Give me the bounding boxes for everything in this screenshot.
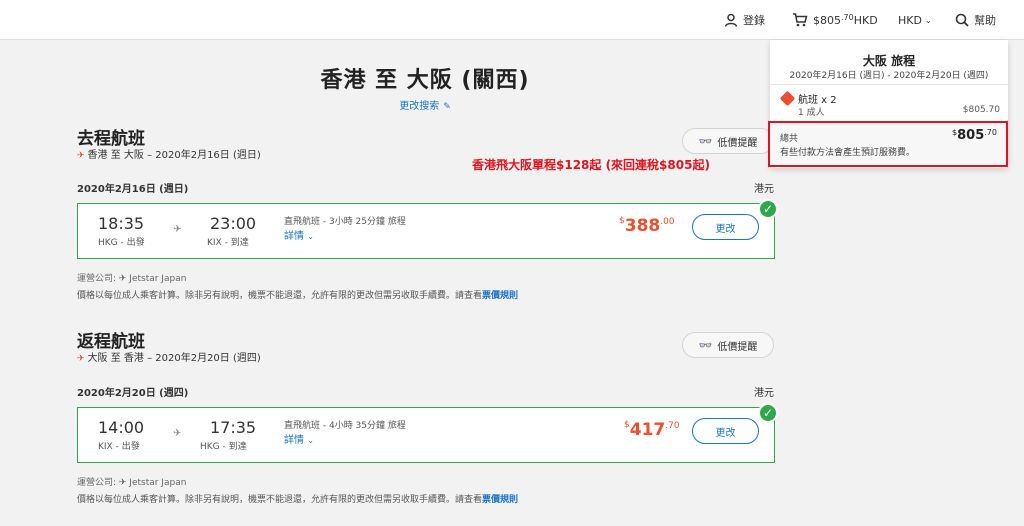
line-amount: $805.70 [962, 105, 1000, 115]
fare-rules-link[interactable]: 票價規則 [482, 291, 518, 301]
flights-count: 航班 x 2 [798, 95, 837, 106]
binoculars-icon: 👓 [698, 338, 713, 352]
depart-place: HKG - 出發 [98, 238, 145, 248]
help-link[interactable]: 幫助 [955, 0, 996, 40]
outbound-price: $388.00 [619, 216, 675, 236]
plane-icon: ✈ [77, 151, 85, 161]
inbound-flight-card[interactable]: 14:00 KIX - 出發 ✈ 17:35 HKG - 到達 直飛航班 - 4… [77, 407, 775, 463]
outbound-operator: 運營公司: ✈ Jetstar Japan [77, 274, 187, 284]
user-icon [724, 13, 738, 27]
modify-search-link[interactable]: 更改搜索 ✎ [0, 97, 850, 112]
chevron-down-icon: ⌄ [307, 436, 314, 445]
trip-title: 大阪 旅程 [862, 54, 916, 68]
cart-button[interactable]: $805.70HKD [792, 0, 878, 40]
outbound-change-button[interactable]: 更改 [692, 214, 759, 240]
total-label: 總共 [780, 134, 799, 144]
inbound-change-button[interactable]: 更改 [692, 418, 759, 444]
price-annotation: 香港飛大阪單程$128起 (來回連稅$805起) [472, 158, 710, 172]
arrive-time: 23:00 [210, 214, 257, 233]
inbound-currency: 港元 [754, 388, 774, 399]
cart-amount: $805.70HKD [813, 12, 878, 27]
ticket-icon [779, 90, 796, 107]
fare-rules-link[interactable]: 票價規則 [482, 495, 518, 505]
inbound-route-summary: ✈ 大阪 至 香港 – 2020年2月20日 (週四) [77, 353, 261, 364]
cart-icon [792, 13, 808, 27]
search-icon [955, 13, 969, 27]
login-label: 登錄 [743, 14, 765, 27]
depart-place: KIX - 出發 [98, 442, 140, 452]
total-amount: $805.70 [952, 128, 997, 143]
details-link[interactable]: 詳情 ⌄ [284, 431, 314, 446]
plane-icon: ✈ [77, 354, 85, 364]
flight-info: 直飛航班 - 4小時 35分鐘 旅程 [284, 421, 406, 431]
total-highlight: 總共 有些付款方法會產生預訂服務費。 $805.70 [768, 121, 1008, 167]
outbound-route-summary: ✈ 香港 至 大阪 – 2020年2月16日 (週日) [77, 150, 261, 161]
inbound-fare-alert-button[interactable]: 👓 低價提醒 [682, 332, 774, 358]
inbound-date: 2020年2月20日 (週四) [77, 388, 189, 399]
help-label: 幫助 [974, 14, 996, 27]
binoculars-icon: 👓 [698, 134, 713, 148]
depart-time: 14:00 [98, 418, 145, 437]
chevron-down-icon: ⌄ [307, 232, 314, 241]
total-note: 有些付款方法會產生預訂服務費。 [780, 148, 916, 158]
outbound-fare-alert-button[interactable]: 👓 低價提醒 [682, 128, 774, 154]
outbound-date: 2020年2月16日 (週日) [77, 184, 189, 195]
login-link[interactable]: 登錄 [724, 0, 765, 40]
check-icon: ✓ [758, 403, 778, 423]
check-icon: ✓ [758, 199, 778, 219]
divider [770, 84, 1008, 85]
trip-dates: 2020年2月16日 (週日) - 2020年2月20日 (週四) [789, 71, 989, 81]
chevron-down-icon: ⌄ [924, 15, 932, 25]
adults-count: 1 成人 [798, 108, 825, 118]
flight-info: 直飛航班 - 3小時 25分鐘 旅程 [284, 217, 406, 227]
plane-icon: ✈ [173, 428, 182, 439]
inbound-price: $417.70 [624, 420, 680, 440]
inbound-rules: 價格以每位成人乘客計算。除非另有說明，機票不能退還，允許有限的更改但需另收取手續… [77, 495, 519, 505]
top-bar: 登錄 $805.70HKD HKD ⌄ 幫助 [0, 0, 1024, 40]
outbound-flight-card[interactable]: 18:35 HKG - 出發 ✈ 23:00 KIX - 到達 直飛航班 - 3… [77, 203, 775, 259]
arrive-place: HKG - 到達 [200, 442, 247, 452]
details-link[interactable]: 詳情 ⌄ [284, 227, 314, 242]
outbound-rules: 價格以每位成人乘客計算。除非另有說明，機票不能退還，允許有限的更改但需另收取手續… [77, 291, 519, 301]
arrive-place: KIX - 到達 [207, 238, 249, 248]
currency-selector[interactable]: HKD ⌄ [898, 0, 932, 40]
inbound-operator: 運營公司: ✈ Jetstar Japan [77, 478, 187, 488]
outbound-currency: 港元 [754, 184, 774, 195]
page-title: 香港 至 大阪 (關西) [320, 68, 530, 93]
depart-time: 18:35 [98, 214, 145, 233]
arrive-time: 17:35 [210, 418, 257, 437]
plane-icon: ✈ [173, 224, 182, 235]
pencil-icon: ✎ [443, 102, 451, 112]
